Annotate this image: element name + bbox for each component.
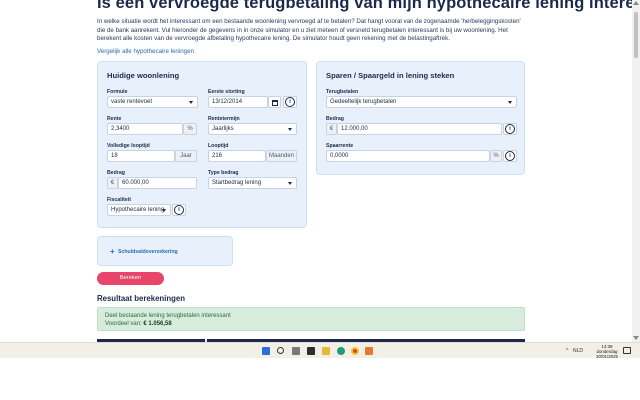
chevron-up-icon[interactable]: ^ (566, 348, 568, 354)
calendar-icon (272, 99, 278, 106)
terugbetalen-label: Terugbetalen (326, 89, 359, 95)
type-bedrag-label: Type bedrag (208, 170, 239, 176)
fiscaliteit-select[interactable]: Hypothecaire lening (107, 204, 171, 216)
fiscaliteit-info-button[interactable]: i (172, 204, 186, 216)
windows-taskbar: ^ NLD 14:39 donderdag 30/01/2025 (0, 342, 640, 359)
bedrag-sparen-input[interactable]: 12.000,00 (337, 123, 502, 135)
chrome-icon[interactable] (351, 347, 359, 355)
result-benefit-value: € 1.056,58 (143, 321, 172, 327)
plus-icon: + (110, 247, 115, 256)
compare-loans-link[interactable]: Vergelijk alle hypothecaire leningen (97, 48, 194, 55)
looptijd-input[interactable]: 216 (208, 150, 266, 162)
formule-select[interactable]: vaste rentevoet (107, 96, 198, 108)
notification-icon[interactable] (623, 347, 631, 354)
scroll-up-icon[interactable] (633, 1, 639, 5)
eerste-storting-info-button[interactable]: i (283, 96, 297, 108)
volledige-looptijd-unit: Jaar (175, 150, 197, 162)
bedrag-sparen-label: Bedrag (326, 116, 344, 122)
looptijd-unit: Maanden (266, 150, 297, 162)
scrollbar-thumb[interactable] (634, 12, 638, 58)
spaarrente-input[interactable]: 0,0000 (326, 150, 490, 162)
page-title: Is een vervroegde terugbetaling van mijn… (97, 0, 632, 12)
formule-label: Formule (107, 89, 128, 95)
edge-icon[interactable] (337, 347, 345, 355)
bedrag-currency: € (107, 177, 118, 189)
info-icon: i (174, 205, 184, 215)
type-bedrag-select[interactable]: Startbedrag lening (208, 177, 297, 189)
empty-area (0, 358, 640, 400)
widgets-icon[interactable] (307, 347, 315, 355)
page-scrollbar[interactable] (632, 0, 640, 342)
language-indicator[interactable]: NLD (573, 348, 583, 354)
rente-label: Rente (107, 116, 122, 122)
schuldsaldoverzekering-toggle[interactable]: + Schuldsaldoverzekering (97, 236, 233, 266)
rentetermijn-label: Rentetermijn (208, 116, 240, 122)
info-icon: i (505, 151, 515, 161)
bedrag-label: Bedrag (107, 170, 125, 176)
taskbar-clock[interactable]: 14:39 donderdag 30/01/2025 (594, 344, 620, 359)
spaarrente-unit: % (490, 150, 502, 162)
volledige-looptijd-label: Volledige looptijd (107, 143, 150, 149)
rente-unit: % (183, 123, 197, 135)
file-explorer-icon[interactable] (322, 347, 330, 355)
current-loan-card: Huidige woonlening Formule vaste rentevo… (97, 61, 307, 228)
savings-title: Sparen / Spaargeld in lening steken (326, 71, 455, 80)
bedrag-sparen-info-button[interactable]: i (503, 123, 517, 135)
eerste-storting-label: Eerste storting (208, 89, 245, 95)
bedrag-input[interactable]: 60.000,00 (118, 177, 197, 189)
terugbetalen-select[interactable]: Gedeeltelijk terugbetalen (326, 96, 517, 108)
scroll-down-icon[interactable] (633, 336, 639, 340)
browser-page: Is een vervroegde terugbetaling van mijn… (0, 0, 632, 342)
calculate-button[interactable]: Bereken (97, 272, 164, 285)
schuldsaldoverzekering-label: Schuldsaldoverzekering (118, 249, 178, 255)
result-box: Deel bestaande lening terugbetalen inter… (97, 307, 525, 331)
search-icon[interactable] (277, 347, 284, 354)
savings-card: Sparen / Spaargeld in lening steken Teru… (316, 61, 525, 175)
fiscaliteit-label: Fiscaliteit (107, 197, 131, 203)
app-icon[interactable] (365, 347, 373, 355)
result-benefit: Voordeel van: € 1.056,58 (105, 321, 172, 327)
info-icon: i (505, 124, 515, 134)
intro-text: In welke situatie wordt het interessant … (97, 18, 521, 43)
volledige-looptijd-input[interactable]: 18 (107, 150, 175, 162)
start-icon[interactable] (262, 347, 270, 355)
calendar-button[interactable] (268, 96, 281, 108)
current-loan-title: Huidige woonlening (107, 71, 180, 80)
result-benefit-label: Voordeel van: (105, 321, 142, 327)
spaarrente-info-button[interactable]: i (503, 150, 517, 162)
eerste-storting-input[interactable]: 13/12/2014 (208, 96, 268, 108)
rente-input[interactable]: 2,3400 (107, 123, 183, 135)
results-title: Resultaat berekeningen (97, 294, 185, 303)
spaarrente-label: Spaarrente (326, 143, 354, 149)
task-view-icon[interactable] (292, 347, 300, 355)
looptijd-label: Looptijd (208, 143, 229, 149)
result-conclusion: Deel bestaande lening terugbetalen inter… (105, 313, 231, 319)
rentetermijn-select[interactable]: Jaarlijks (208, 123, 297, 135)
bedrag-sparen-currency: € (326, 123, 337, 135)
info-icon: i (285, 97, 295, 107)
